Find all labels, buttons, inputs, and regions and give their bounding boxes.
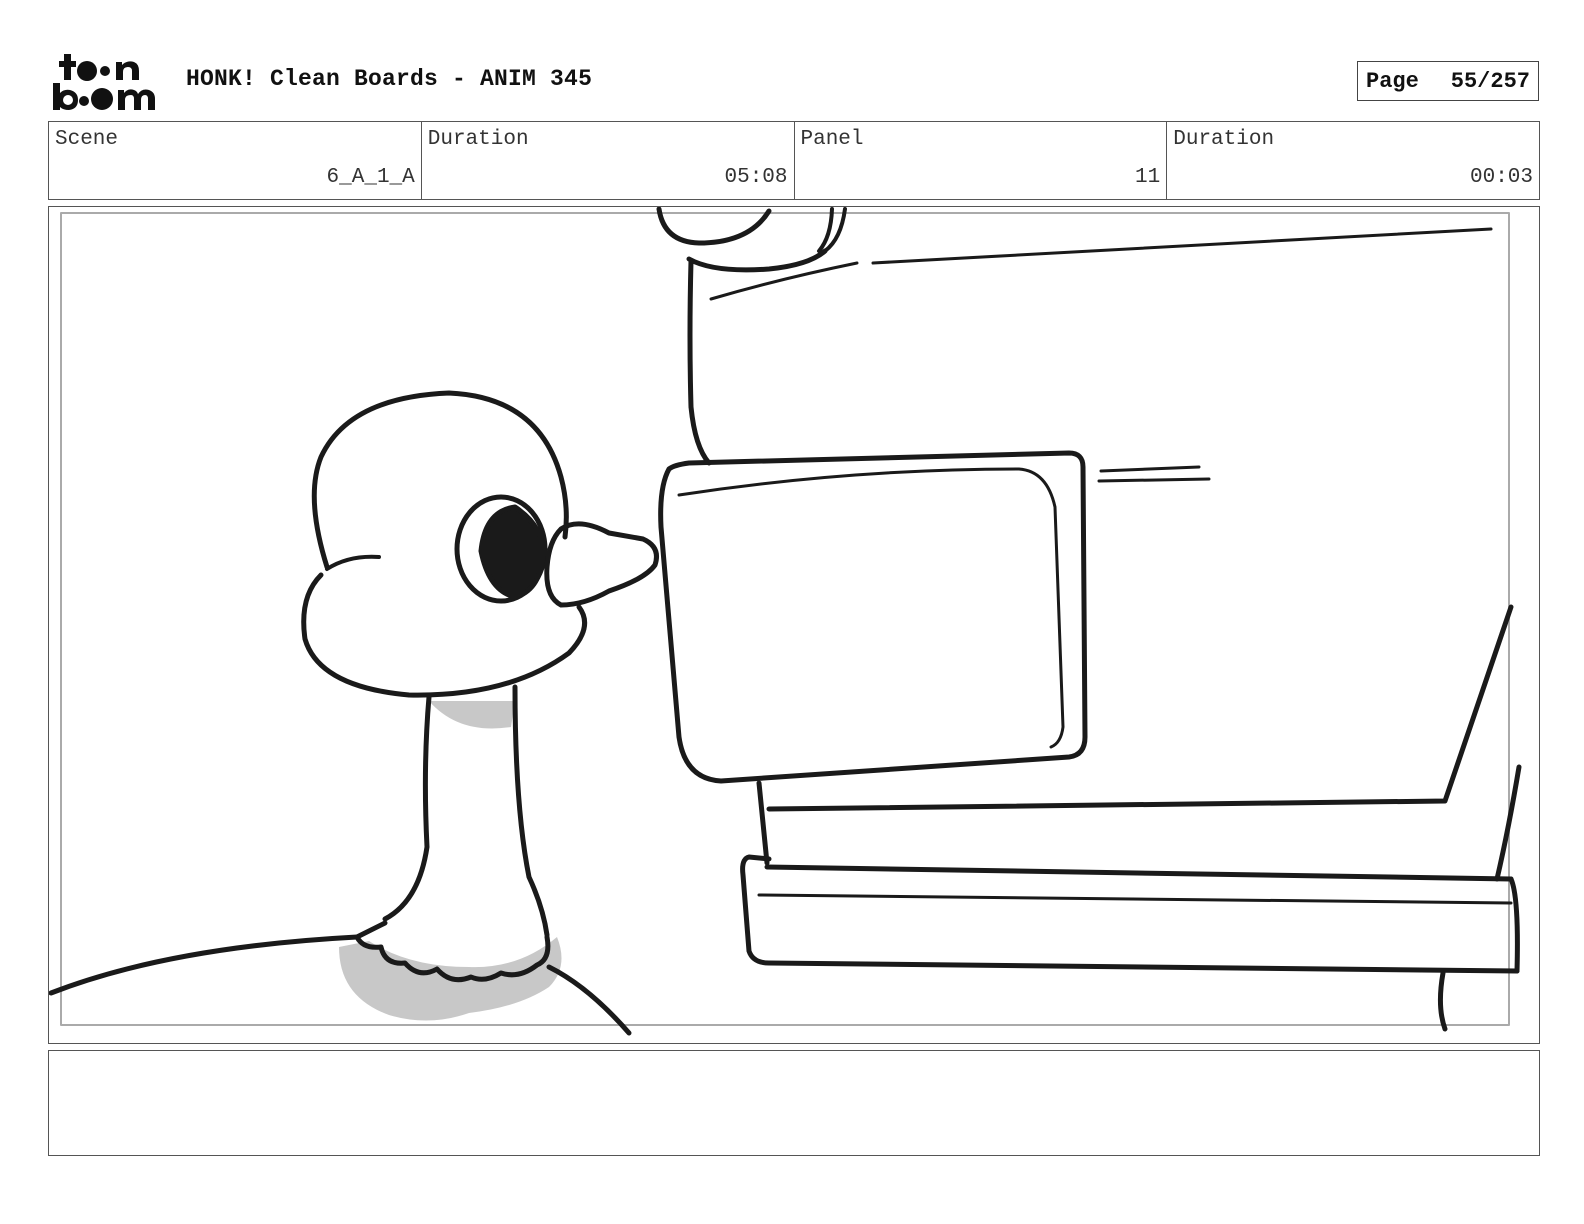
notes-box <box>48 1050 1540 1156</box>
panel-label: Panel <box>800 128 864 151</box>
storyboard-panel <box>48 206 1540 1044</box>
scene-value: 6_A_1_A <box>326 166 415 189</box>
page-indicator: Page 55/257 <box>1357 61 1539 101</box>
panel-duration-value: 00:03 <box>1469 166 1533 189</box>
scene-cell: Scene 6_A_1_A <box>49 122 422 199</box>
panel-drawing <box>49 207 1522 1036</box>
panel-value: 11 <box>1135 166 1161 189</box>
scene-info-row: Scene 6_A_1_A Duration 05:08 Panel 11 Du… <box>48 121 1540 200</box>
panel-cell: Panel 11 <box>795 122 1168 199</box>
page-label: Page <box>1366 68 1419 94</box>
toon-boom-logo <box>53 54 155 110</box>
scene-duration-label: Duration <box>427 128 529 151</box>
scene-duration-value: 05:08 <box>724 166 788 189</box>
scene-duration-cell: Duration 05:08 <box>422 122 795 199</box>
panel-duration-cell: Duration 00:03 <box>1167 122 1539 199</box>
scene-label: Scene <box>55 128 119 151</box>
page-number: 55/257 <box>1450 68 1530 94</box>
panel-duration-label: Duration <box>1173 128 1275 151</box>
document-title: HONK! Clean Boards - ANIM 345 <box>186 66 593 92</box>
